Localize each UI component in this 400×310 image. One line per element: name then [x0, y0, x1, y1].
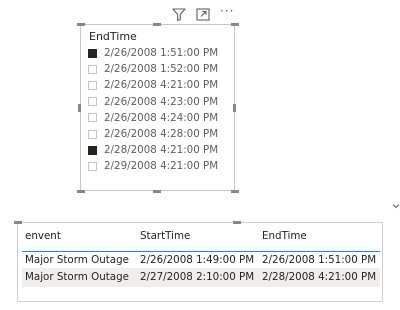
checkbox-checked[interactable] — [88, 48, 97, 58]
focus-mode-icon[interactable] — [196, 8, 210, 21]
slicer-item[interactable]: 2/26/2008 4:21:00 PM — [88, 77, 218, 93]
slicer-item[interactable]: 2/29/2008 4:21:00 PM — [88, 158, 218, 174]
slicer-item-label: 2/26/2008 4:28:00 PM — [104, 128, 219, 141]
more-options-icon[interactable]: ··· — [220, 4, 234, 18]
table-cell: 2/26/2008 1:51:00 PM — [262, 254, 377, 266]
resize-handle[interactable] — [153, 190, 161, 193]
slicer-item-label: 2/26/2008 4:21:00 PM — [104, 79, 219, 92]
resize-handle[interactable] — [233, 104, 236, 112]
slicer-item-label: 2/26/2008 4:24:00 PM — [104, 111, 219, 124]
resize-handle[interactable] — [14, 221, 22, 224]
checkbox[interactable] — [88, 161, 97, 171]
table-cell: 2/27/2008 2:10:00 PM — [140, 271, 255, 283]
checkbox[interactable] — [88, 80, 97, 90]
table-row[interactable]: Major Storm Outage 2/27/2008 2:10:00 PM … — [22, 268, 380, 287]
resize-handle[interactable] — [77, 23, 85, 26]
slicer-item-label: 2/29/2008 4:21:00 PM — [104, 160, 219, 173]
slicer-title: EndTime — [89, 30, 137, 43]
column-header[interactable]: envent — [25, 230, 61, 242]
table-header: envent StartTime EndTime — [22, 222, 380, 252]
filter-icon[interactable] — [172, 8, 186, 21]
slicer-item-label: 2/26/2008 1:51:00 PM — [104, 47, 219, 60]
column-header[interactable]: EndTime — [262, 230, 307, 242]
slicer-item[interactable]: 2/26/2008 4:23:00 PM — [88, 94, 218, 110]
checkbox-checked[interactable] — [88, 145, 97, 155]
table-cell: 2/26/2008 1:49:00 PM — [140, 254, 255, 266]
slicer-item-label: 2/28/2008 4:21:00 PM — [104, 144, 219, 157]
table-cell: Major Storm Outage — [25, 271, 129, 283]
checkbox[interactable] — [88, 113, 97, 123]
table-cell: Major Storm Outage — [25, 254, 129, 266]
slicer-item-label: 2/26/2008 4:23:00 PM — [104, 95, 219, 108]
resize-handle[interactable] — [231, 190, 239, 193]
chevron-down-icon[interactable] — [392, 203, 400, 209]
table-cell: 2/28/2008 4:21:00 PM — [262, 271, 377, 283]
slicer-item[interactable]: 2/26/2008 4:28:00 PM — [88, 126, 218, 142]
checkbox[interactable] — [88, 97, 97, 107]
resize-handle[interactable] — [231, 23, 239, 26]
resize-handle[interactable] — [77, 190, 85, 193]
column-header[interactable]: StartTime — [140, 230, 190, 242]
slicer-item-label: 2/26/2008 1:52:00 PM — [104, 63, 219, 76]
checkbox[interactable] — [88, 129, 97, 139]
slicer-item[interactable]: 2/26/2008 1:52:00 PM — [88, 61, 218, 77]
slicer-item[interactable]: 2/26/2008 1:51:00 PM — [88, 45, 218, 61]
slicer-item[interactable]: 2/28/2008 4:21:00 PM — [88, 142, 218, 158]
resize-handle[interactable] — [78, 104, 81, 112]
slicer-list: 2/26/2008 1:51:00 PM 2/26/2008 1:52:00 P… — [88, 45, 218, 175]
slicer-item[interactable]: 2/26/2008 4:24:00 PM — [88, 110, 218, 126]
resize-handle[interactable] — [153, 23, 161, 26]
checkbox[interactable] — [88, 64, 97, 74]
